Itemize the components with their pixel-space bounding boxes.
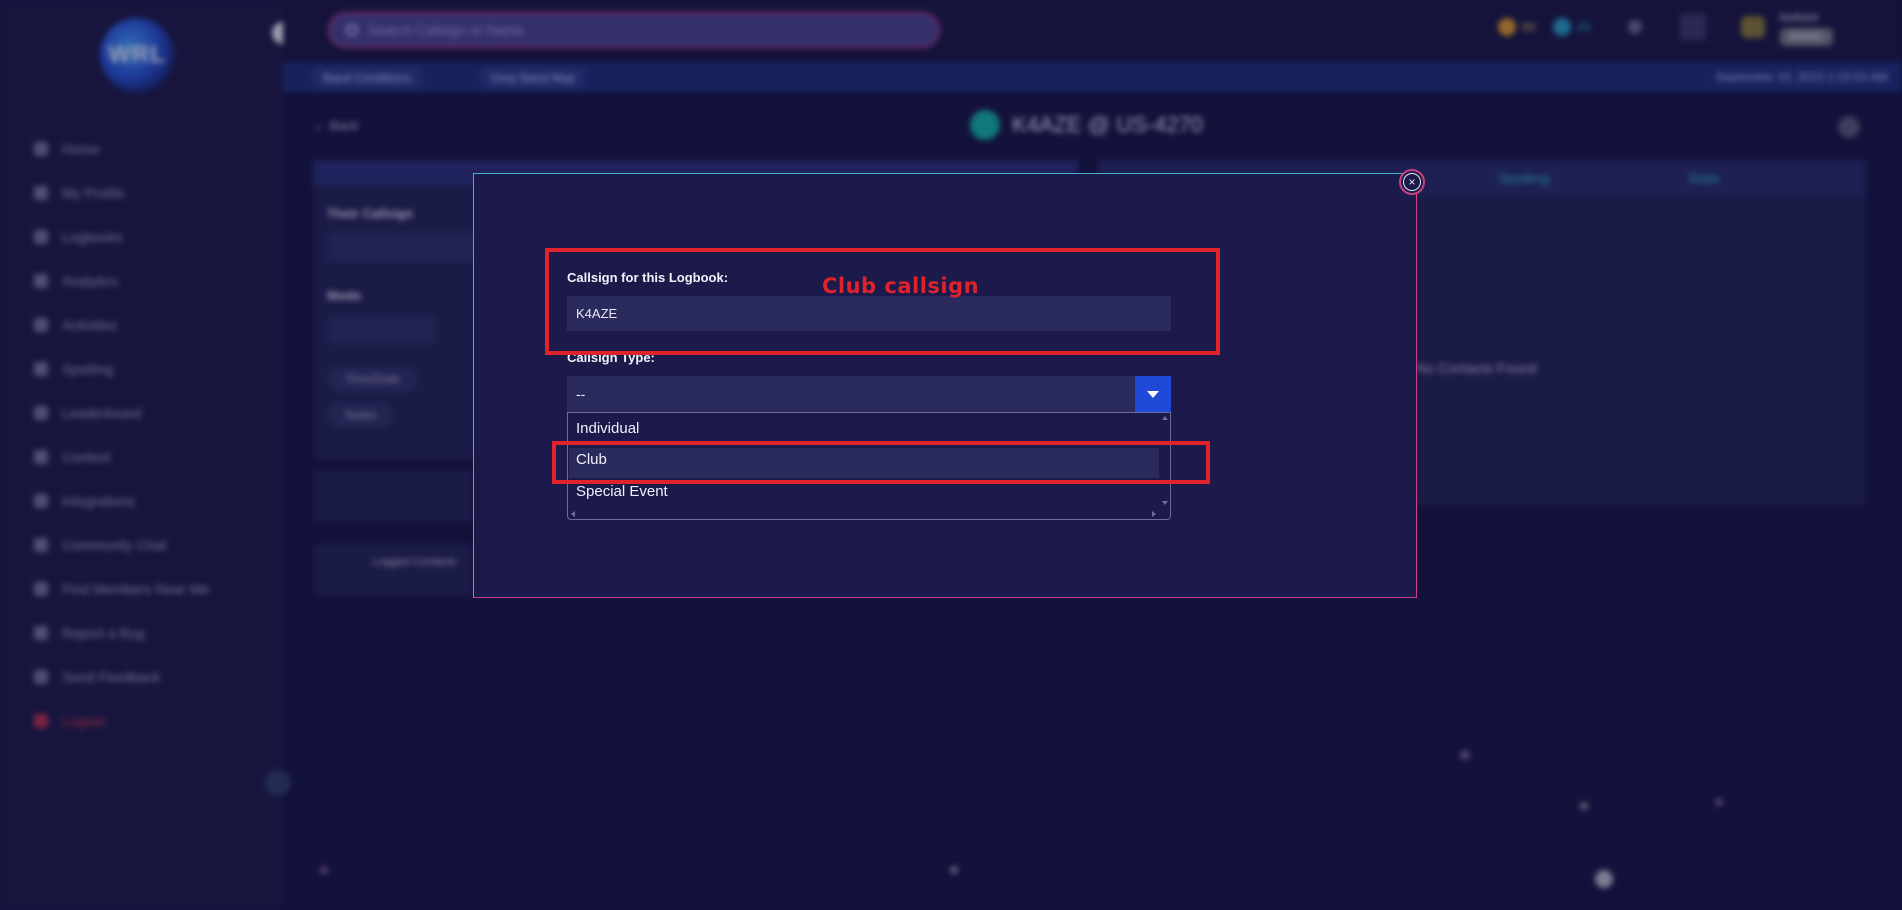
scroll-down-icon[interactable]	[1162, 501, 1168, 505]
option-special-event[interactable]: Special Event	[576, 483, 668, 500]
option-individual[interactable]: Individual	[576, 420, 639, 437]
chevron-down-icon	[1147, 390, 1159, 398]
callsign-type-select[interactable]: --	[567, 376, 1171, 412]
club-option-annotation-box	[552, 441, 1210, 484]
close-icon: ×	[1403, 173, 1421, 191]
callsign-annotation-text: Club callsign	[822, 274, 980, 298]
dropdown-toggle-button[interactable]	[1135, 376, 1171, 412]
close-button[interactable]: ×	[1399, 169, 1425, 195]
callsign-annotation-box	[545, 248, 1220, 355]
scroll-left-icon[interactable]	[571, 511, 575, 517]
scroll-up-icon[interactable]	[1162, 416, 1168, 420]
scroll-right-icon[interactable]	[1152, 511, 1156, 517]
